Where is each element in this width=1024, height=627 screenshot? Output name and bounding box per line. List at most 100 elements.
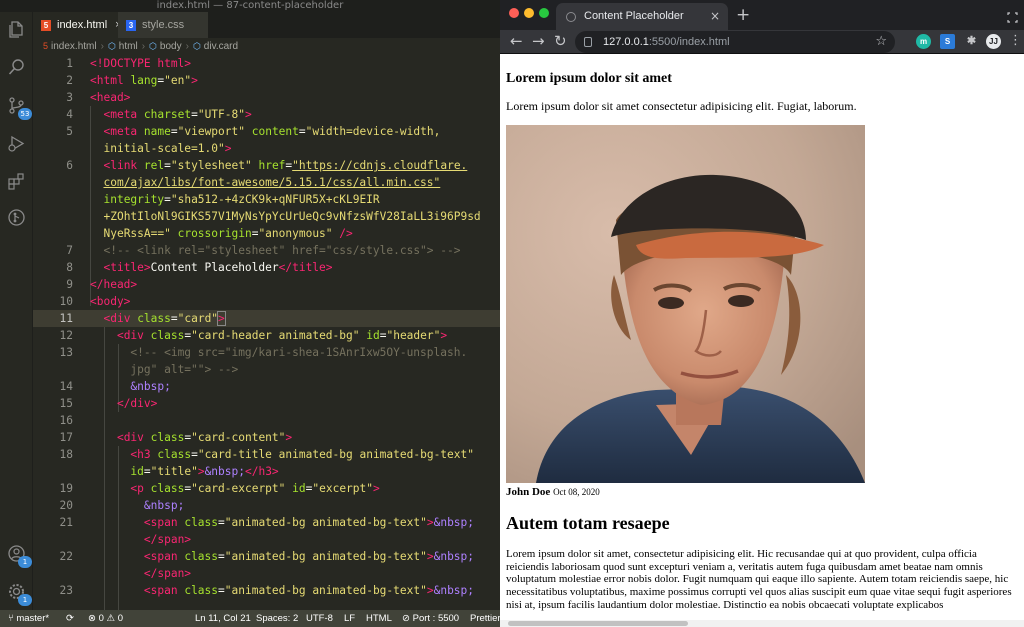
minimize-window-button[interactable] — [524, 8, 534, 18]
error-icon: ⊗ — [88, 613, 99, 624]
tab-strip: Content Placeholder × + — [500, 0, 1024, 30]
element-icon: ⬡ — [149, 41, 157, 51]
code-line: 12 <div class="card-header animated-bg" … — [59, 329, 448, 342]
html5-icon: 5 — [41, 19, 51, 31]
gear-icon[interactable]: 1 — [6, 582, 32, 606]
tab-style-css[interactable]: 3 style.css — [118, 12, 208, 38]
chevron-right-icon: › — [185, 41, 189, 52]
tab-search-icon-svg — [1007, 12, 1018, 23]
code-line: NyeRssA==" crossorigin="anonymous" /> — [103, 227, 353, 240]
live-server-status[interactable]: ⊘ Port : 5500 — [402, 610, 459, 627]
code-line: jpg" alt=""> --> — [130, 363, 239, 376]
code-line: 23 <span class="animated-bg animated-bg-… — [59, 584, 475, 597]
language-status[interactable]: HTML — [366, 610, 392, 627]
code-line: 1 <!DOCTYPE html> — [66, 57, 192, 70]
profile-avatar[interactable]: JJ — [986, 34, 1001, 49]
extension-icon[interactable]: S — [940, 34, 955, 49]
source-control-icon[interactable]: 53 — [6, 96, 32, 120]
close-window-button[interactable] — [509, 8, 519, 18]
cursor-position[interactable]: Ln 11, Col 21 — [195, 610, 251, 627]
browser-tab[interactable]: Content Placeholder × — [556, 3, 728, 30]
forward-button[interactable]: → — [532, 30, 545, 52]
reload-button[interactable]: ↻ — [554, 30, 567, 52]
code-line: 7 <!-- <link rel="stylesheet" href="css/… — [66, 244, 461, 257]
maximize-window-button[interactable] — [539, 8, 549, 18]
bookmark-star-icon[interactable]: ☆ — [875, 31, 887, 53]
code-line: 15 </div> — [59, 397, 158, 410]
breadcrumb-item[interactable]: index.html — [51, 41, 97, 52]
extension-icon[interactable]: m — [916, 34, 931, 49]
git-graph-icon[interactable] — [6, 208, 27, 229]
code-line: 17 <div class="card-content"> — [59, 431, 293, 444]
code-line: 2 <html lang="en"> — [66, 74, 198, 87]
code-line: 4 <meta charset="UTF-8"> — [66, 108, 252, 121]
encoding-status[interactable]: UTF-8 — [306, 610, 333, 627]
sync-icon[interactable]: ⟳ — [66, 610, 74, 627]
tab-title: Content Placeholder — [584, 10, 684, 22]
run-debug-icon-svg — [8, 135, 25, 152]
breadcrumb-item[interactable]: body — [160, 41, 182, 52]
indentation-status[interactable]: Spaces: 2 — [256, 610, 298, 627]
code-line: 20 &nbsp; — [59, 499, 185, 512]
run-debug-icon[interactable] — [6, 134, 27, 155]
webpage: Lorem ipsum dolor sit amet Lorem ipsum d… — [500, 54, 1024, 627]
code-editor[interactable]: 1 <!DOCTYPE html> 2 <html lang="en"> 3 <hea… — [33, 55, 500, 610]
scrollbar-thumb[interactable] — [508, 621, 688, 626]
extensions-icon[interactable] — [6, 172, 27, 193]
search-icon[interactable] — [6, 58, 27, 79]
post-date: Oct 08, 2020 — [553, 487, 600, 497]
window-title: index.html — 87-content-placeholder — [0, 0, 500, 12]
code-line: com/ajax/libs/font-awesome/5.15.1/css/al… — [103, 176, 441, 189]
current-code-line: 11 <div class="card"> — [33, 310, 500, 327]
accounts-icon[interactable]: 1 — [6, 544, 32, 568]
code-line: id="title">&nbsp;</h3> — [130, 465, 279, 478]
warning-icon: ⚠ — [106, 613, 118, 624]
prettier-status[interactable]: Prettier — [470, 610, 500, 627]
accounts-badge: 1 — [18, 556, 32, 568]
new-tab-button[interactable]: + — [736, 3, 750, 27]
globe-icon — [566, 12, 576, 22]
address-bar[interactable]: 127.0.0.1:5500/index.html ☆ — [575, 31, 895, 53]
problems-status[interactable]: ⊗ 0 ⚠ 0 — [88, 610, 123, 627]
breadcrumb-item[interactable]: div.card — [204, 41, 238, 52]
horizontal-scrollbar[interactable] — [500, 620, 1024, 627]
more-menu-icon[interactable]: ⋮ — [1009, 30, 1022, 52]
code-line: 22 <span class="animated-bg animated-bg-… — [59, 550, 475, 563]
code-line: 18 <h3 class="card-title animated-bg ani… — [59, 448, 474, 461]
code-line: 10 <body> — [59, 295, 131, 308]
eol-status[interactable]: LF — [344, 610, 355, 627]
branch-status[interactable]: ⑂ master* — [8, 610, 49, 627]
css3-icon: 3 — [126, 19, 136, 31]
code-line: </span> — [143, 567, 192, 580]
vscode-window: index.html — 87-content-placeholder 53 1… — [0, 0, 500, 627]
extensions-icon-svg — [8, 173, 24, 190]
code-line: 14 &nbsp; — [59, 380, 171, 393]
url-text: 127.0.0.1:5500/index.html — [603, 36, 730, 48]
tab-label: index.html — [57, 19, 108, 31]
element-icon: ⬡ — [192, 41, 201, 51]
code-line: initial-scale=1.0"> — [103, 142, 232, 155]
editor-tabs: 5index.html× 3style.css — [33, 12, 500, 38]
breadcrumb: 5 index.html › ⬡ html › ⬡ body › ⬡ div.card — [33, 38, 500, 55]
chevron-right-icon: › — [100, 41, 104, 52]
chrome-window: Content Placeholder × + ← → ↻ 127.0.0.1:… — [500, 0, 1024, 627]
card-intro: Lorem ipsum dolor sit amet consectetur a… — [506, 99, 857, 113]
tab-search-icon[interactable] — [1007, 8, 1018, 23]
source-control-badge: 53 — [18, 108, 32, 120]
puzzle-extensions-icon[interactable]: ✱ — [964, 34, 979, 49]
author-line: John Doe Oct 08, 2020 — [506, 486, 600, 498]
author-name: John Doe — [506, 486, 551, 498]
element-icon: ⬡ — [107, 41, 116, 51]
tab-label: style.css — [142, 19, 185, 31]
close-icon[interactable]: × — [710, 3, 720, 29]
code-line: 8 <title>Content Placeholder</title> — [66, 261, 333, 274]
files-icon[interactable] — [6, 20, 27, 41]
code-line: 16 — [59, 414, 73, 427]
tab-index-html[interactable]: 5index.html× — [33, 12, 122, 38]
info-icon[interactable] — [584, 37, 592, 47]
back-button[interactable]: ← — [510, 30, 523, 52]
code-line: 21 <span class="animated-bg animated-bg-… — [59, 516, 475, 529]
code-line: 9 </head> — [66, 278, 138, 291]
code-line: integrity="sha512-+4zCK9k+qNFUR5X+cKL9EI… — [103, 193, 380, 206]
breadcrumb-item[interactable]: html — [119, 41, 138, 52]
